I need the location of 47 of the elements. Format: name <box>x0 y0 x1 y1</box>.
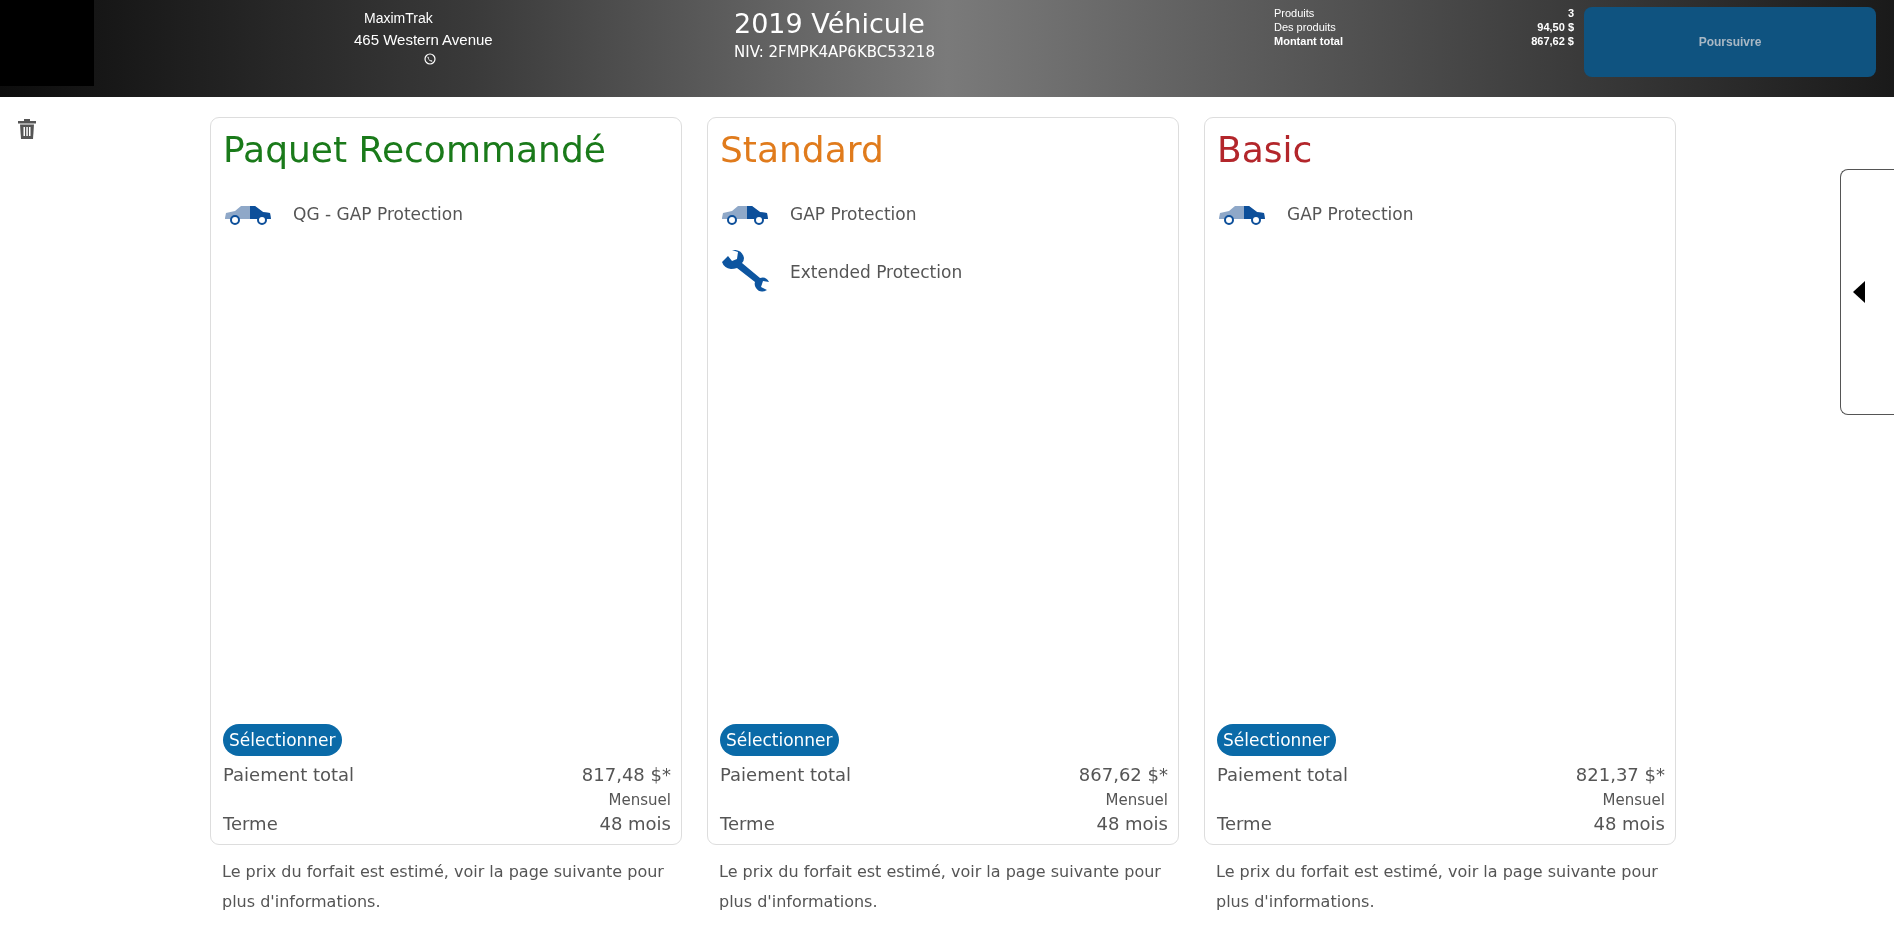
price-note: Le prix du forfait est estimé, voir la page suivante pour plus d'informations. <box>1216 861 1659 914</box>
vehicle-title: 2019 Véhicule <box>734 8 926 39</box>
side-panel-toggle[interactable] <box>1840 169 1894 415</box>
total-label: Paiement total <box>223 764 355 785</box>
triangle-left-icon <box>1853 281 1865 303</box>
dealer-name: MaximTrak <box>364 10 433 26</box>
car-icon <box>1217 203 1267 226</box>
product-name: GAP Protection <box>790 204 917 225</box>
select-button[interactable]: Sélectionner <box>720 724 839 756</box>
total-label: Paiement total <box>720 764 852 785</box>
term-value: 48 mois <box>1593 813 1665 834</box>
car-icon <box>223 203 273 226</box>
frequency-label: Mensuel <box>1602 791 1665 809</box>
term-value: 48 mois <box>1096 813 1168 834</box>
product-name: Extended Protection <box>790 262 963 283</box>
frequency-label: Mensuel <box>608 791 671 809</box>
summary-value: 867,62 $ <box>1531 35 1574 47</box>
select-button[interactable]: Sélectionner <box>223 724 342 756</box>
frequency-label: Mensuel <box>1105 791 1168 809</box>
summary-value: 3 <box>1567 7 1574 19</box>
term-value: 48 mois <box>599 813 671 834</box>
price-note: Le prix du forfait est estimé, voir la page suivante pour plus d'informations. <box>222 861 665 914</box>
term-label: Terme <box>223 813 278 834</box>
total-value: 817,48 $* <box>581 764 671 785</box>
product-name: QG - GAP Protection <box>293 204 463 225</box>
car-icon <box>720 203 770 226</box>
total-label: Paiement total <box>1217 764 1349 785</box>
total-value: 821,37 $* <box>1575 764 1665 785</box>
product-name: GAP Protection <box>1287 204 1414 225</box>
package-title: Paquet Recommandé <box>223 128 607 172</box>
summary-label: Produits <box>1274 7 1315 19</box>
summary-label: Montant total <box>1274 35 1344 47</box>
summary-label: Des produits <box>1274 21 1336 33</box>
vin-text: NIV: 2FMPK4AP6KBC53218 <box>734 43 935 61</box>
trash-icon[interactable] <box>18 119 36 139</box>
summary-value: 94,50 $ <box>1537 21 1574 33</box>
continue-button[interactable]: Poursuivre <box>1584 7 1876 77</box>
dealer-address: 465 Western Avenue <box>354 31 493 48</box>
term-label: Terme <box>720 813 775 834</box>
select-button[interactable]: Sélectionner <box>1217 724 1336 756</box>
total-value: 867,62 $* <box>1078 764 1168 785</box>
package-title: Standard <box>720 128 885 172</box>
wrench-icon <box>720 250 770 295</box>
term-label: Terme <box>1217 813 1272 834</box>
price-note: Le prix du forfait est estimé, voir la page suivante pour plus d'informations. <box>719 861 1162 914</box>
package-title: Basic <box>1217 128 1314 172</box>
phone-icon[interactable] <box>424 53 436 65</box>
